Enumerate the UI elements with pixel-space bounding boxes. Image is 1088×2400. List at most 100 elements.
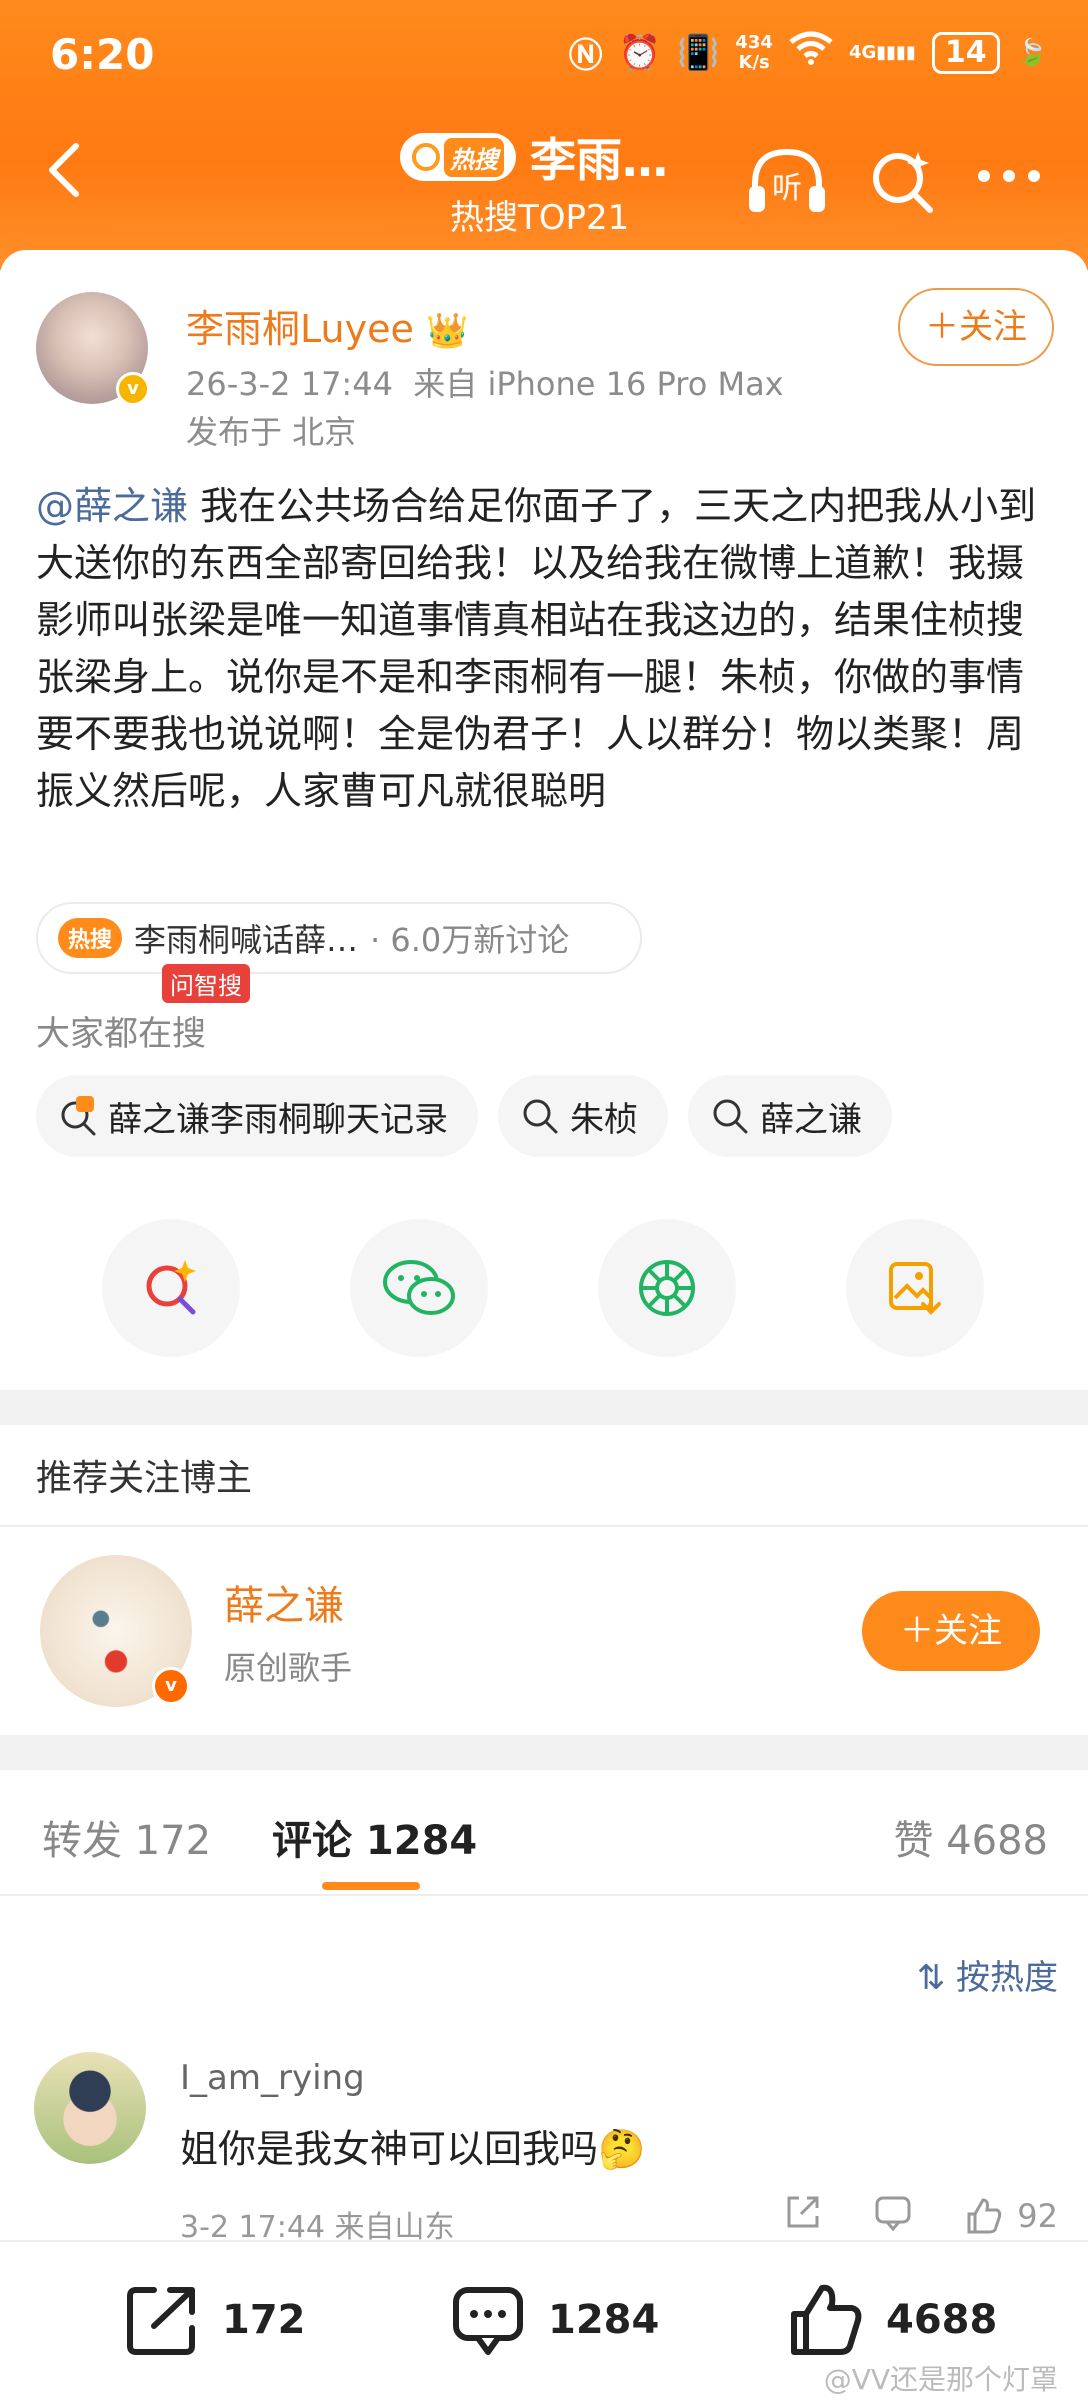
comment-icon[interactable] (873, 2192, 913, 2240)
like-count: 4688 (886, 2297, 998, 2343)
hot-search-label: 热搜 (444, 137, 504, 177)
post-card: v 李雨桐Luyee 👑 26-3-2 17:44 来自 iPhone 16 P… (0, 250, 1088, 1390)
recommend-title: 推荐关注博主 (36, 1458, 253, 1499)
comment-text: 姐你是我女神可以回我吗🤔 (180, 2127, 646, 2171)
tab-comment[interactable]: 评论 1284 (272, 1808, 477, 1866)
post-body-text: 我在公共场合给足你面子了，三天之内把我从小到大送你的东西全部寄回给我！以及给我在… (36, 484, 1037, 813)
repost-count: 172 (222, 2297, 306, 2343)
nav-title-group[interactable]: 热搜 李雨… (400, 124, 668, 190)
sort-button[interactable]: ⇅ 按热度 (917, 1950, 1058, 1999)
listen-button[interactable]: 听 (745, 146, 829, 220)
comment-user[interactable]: I_am_rying (180, 2058, 365, 2098)
active-tab-indicator (322, 1882, 420, 1890)
ai-search-button[interactable] (102, 1219, 240, 1357)
thumbs-up-icon (967, 2198, 1002, 2234)
search-chip-label: 薛之谦李雨桐聊天记录 (108, 1099, 448, 1140)
ai-search-icon (146, 1260, 196, 1315)
search-icon (713, 1099, 748, 1134)
sort-label: 按热度 (956, 1958, 1058, 1998)
more-icon (978, 170, 1040, 182)
topic-text: 李雨桐喊话薛… (134, 921, 359, 959)
more-button[interactable] (974, 166, 1044, 190)
search-icon (412, 143, 440, 171)
net-speed-unit: K/s (738, 51, 770, 73)
recommend-desc: 原创歌手 (224, 1649, 353, 1687)
leaf-icon: 🍃 (1015, 37, 1048, 68)
post-meta: 26-3-2 17:44 来自 iPhone 16 Pro Max 发布于 北京 (186, 360, 784, 456)
everyone-searching-label: 大家都在搜 (36, 1014, 206, 1054)
ai-search-tag: 问智搜 (162, 964, 250, 1003)
chevron-left-icon (49, 143, 79, 197)
comment-tabs: 转发 172 评论 1284 赞 4688 (0, 1770, 1088, 1896)
post-author[interactable]: 李雨桐Luyee 👑 (186, 298, 468, 353)
hot-search-badge: 热搜 (58, 918, 123, 958)
divider (0, 1525, 1088, 1527)
crown-icon: 👑 (425, 311, 469, 351)
comments-section: 转发 172 评论 1284 赞 4688 ⇅ 按热度 I_am_rying 姐… (0, 1770, 1088, 2250)
comment-icon (453, 2287, 523, 2355)
sort-icon: ⇅ (916, 1958, 946, 1998)
hot-search-pill: 热搜 (400, 133, 516, 181)
headphones-icon: 听 (749, 148, 825, 212)
moments-icon (639, 1260, 695, 1316)
post-source: 来自 iPhone 16 Pro Max (413, 365, 784, 403)
save-image-button[interactable] (846, 1219, 984, 1357)
svg-text:听: 听 (772, 171, 802, 206)
comment-button[interactable]: 1284 (450, 2282, 659, 2358)
tab-repost[interactable]: 转发 172 (42, 1808, 211, 1866)
watermark: @VV还是那个灯罩 (823, 2363, 1058, 2396)
signal-type: 4G (848, 42, 877, 63)
search-chip-label: 薛之谦 (760, 1099, 862, 1140)
search-button[interactable] (868, 146, 938, 220)
search-icon (523, 1099, 558, 1134)
hot-search-icon (61, 1096, 96, 1136)
status-time: 6:20 (50, 30, 155, 79)
thumbs-up-icon (791, 2284, 862, 2355)
hot-topic-chip[interactable]: 热搜 李雨桐喊话薛… · 6.0万新讨论 (36, 902, 642, 974)
tab-like[interactable]: 赞 4688 (893, 1808, 1048, 1866)
page-subtitle: 热搜TOP21 (450, 198, 630, 238)
like-button[interactable]: 4688 (788, 2282, 997, 2358)
wechat-icon (383, 1260, 455, 1315)
page-title: 李雨… (530, 133, 668, 187)
verified-badge-icon: v (116, 372, 150, 406)
follow-button[interactable]: ＋关注 (898, 288, 1054, 366)
nfc-icon: Ⓝ (568, 36, 603, 76)
mention-link[interactable]: @薛之谦 (36, 484, 188, 528)
wechat-share-button[interactable] (350, 1219, 488, 1357)
alarm-icon: ⏰ (618, 32, 662, 73)
post-location: 发布于 北京 (186, 413, 357, 451)
net-speed: 434 K/s (735, 31, 773, 73)
search-chip[interactable]: 朱桢 (498, 1075, 668, 1157)
comment-likes: 92 (1017, 2197, 1058, 2235)
avatar[interactable] (34, 2052, 146, 2164)
follow-button[interactable]: ＋关注 (862, 1591, 1040, 1671)
wifi-icon (789, 30, 833, 75)
vibrate-icon: 📳 (677, 32, 720, 73)
ai-search-icon (873, 152, 933, 213)
like-button[interactable]: 92 (963, 2196, 1058, 2236)
repost-icon (127, 2287, 195, 2355)
signal-icon: 4G▮▮▮▮ (848, 42, 916, 63)
post-body: @薛之谦 我在公共场合给足你面子了，三天之内把我从小到大送你的东西全部寄回给我！… (36, 478, 1046, 820)
verified-badge-icon: v (152, 1667, 190, 1705)
topic-count: · 6.0万新讨论 (370, 921, 570, 959)
search-chips: 薛之谦李雨桐聊天记录 朱桢 薛之谦 (36, 1075, 892, 1157)
status-icons: Ⓝ ⏰ 📳 434 K/s 4G▮▮▮▮ 14 🍃 (569, 28, 1048, 77)
search-chip[interactable]: 薛之谦 (688, 1075, 892, 1157)
recommend-card: 推荐关注博主 v 薛之谦 原创歌手 ＋关注 (0, 1425, 1088, 1735)
share-icon[interactable] (783, 2192, 823, 2240)
moments-share-button[interactable] (598, 1219, 736, 1357)
post-timestamp: 26-3-2 17:44 (186, 365, 393, 403)
back-button[interactable] (40, 140, 100, 200)
search-chip-label: 朱桢 (570, 1099, 638, 1140)
repost-button[interactable]: 172 (124, 2282, 306, 2358)
share-row (0, 1215, 1088, 1365)
status-bar: 6:20 Ⓝ ⏰ 📳 434 K/s 4G▮▮▮▮ 14 🍃 (0, 0, 1088, 110)
comment-actions: 92 (783, 2192, 1058, 2240)
post-author-name: 李雨桐Luyee (186, 307, 414, 351)
search-chip[interactable]: 薛之谦李雨桐聊天记录 (36, 1075, 478, 1157)
save-image-icon (889, 1262, 941, 1315)
net-speed-value: 434 (735, 31, 773, 53)
recommend-name[interactable]: 薛之谦 (224, 1573, 344, 1631)
